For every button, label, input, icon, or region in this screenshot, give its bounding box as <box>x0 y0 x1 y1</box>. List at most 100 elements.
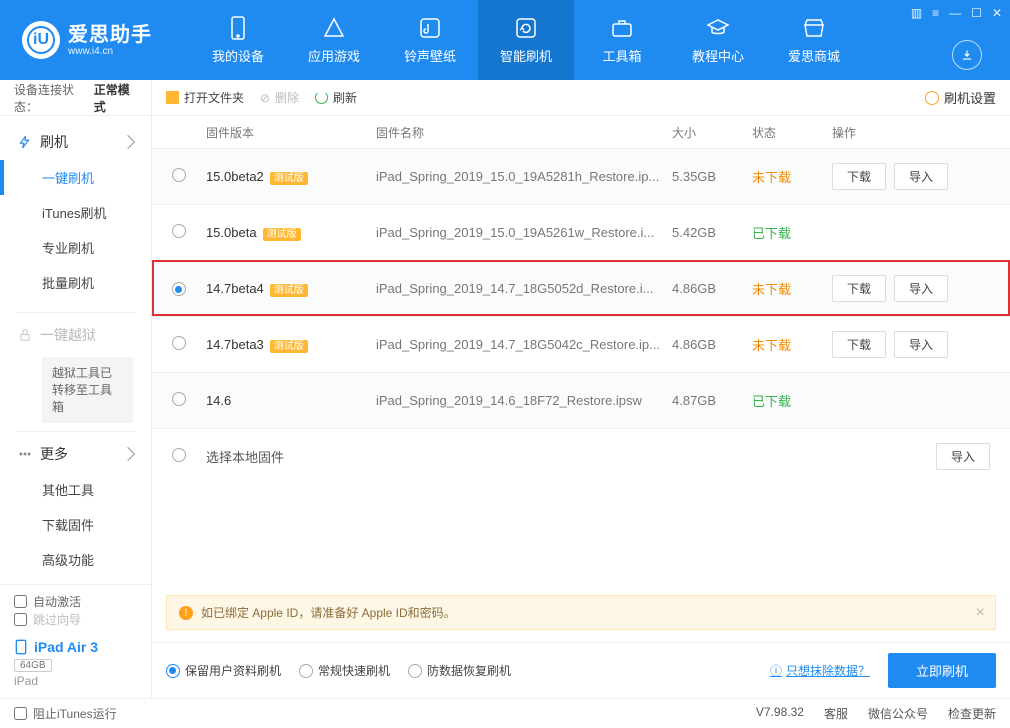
col-ops: 操作 <box>826 124 996 141</box>
wechat-link[interactable]: 微信公众号 <box>868 705 928 722</box>
sidebar-item-oneclick[interactable]: 一键刷机 <box>0 160 151 195</box>
section-flash[interactable]: 刷机 <box>0 124 151 160</box>
import-button[interactable]: 导入 <box>894 331 948 358</box>
mode-anti-recovery[interactable]: 防数据恢复刷机 <box>408 662 511 679</box>
fw-size: 4.87GB <box>666 393 746 408</box>
nav-label: 教程中心 <box>692 46 744 65</box>
sidebar-item-othertools[interactable]: 其他工具 <box>0 472 151 507</box>
table-row[interactable]: 15.0beta2测试版 iPad_Spring_2019_15.0_19A52… <box>152 148 1010 204</box>
radio-icon[interactable] <box>172 282 186 296</box>
tshirt-icon[interactable]: ▥ <box>911 6 922 20</box>
block-itunes-checkbox[interactable]: 阻止iTunes运行 <box>14 705 117 722</box>
import-button[interactable]: 导入 <box>936 443 990 470</box>
download-button[interactable]: 下载 <box>832 275 886 302</box>
radio-icon <box>408 664 422 678</box>
fw-name: iPad_Spring_2019_14.7_18G5052d_Restore.i… <box>370 281 666 296</box>
nav-store[interactable]: 爱思商城 <box>766 0 862 80</box>
section-jailbreak: 一键越狱 <box>0 317 151 353</box>
phone-icon <box>226 16 250 40</box>
import-button[interactable]: 导入 <box>894 163 948 190</box>
maximize-icon[interactable]: ☐ <box>971 6 982 20</box>
nav-label: 铃声壁纸 <box>404 46 456 65</box>
nav-label: 我的设备 <box>212 46 264 65</box>
table-row[interactable]: 14.7beta3测试版 iPad_Spring_2019_14.7_18G50… <box>152 316 1010 372</box>
toolbox-icon <box>610 16 634 40</box>
alert-text: 如已绑定 Apple ID，请准备好 Apple ID和密码。 <box>201 604 456 621</box>
folder-icon <box>166 91 179 104</box>
sidebar-item-download-fw[interactable]: 下载固件 <box>0 507 151 542</box>
nav-flash[interactable]: 智能刷机 <box>478 0 574 80</box>
fw-name: iPad_Spring_2019_14.6_18F72_Restore.ipsw <box>370 393 666 408</box>
mode-fast[interactable]: 常规快速刷机 <box>299 662 390 679</box>
fw-status: 未下载 <box>746 167 826 186</box>
sidebar-item-advanced[interactable]: 高级功能 <box>0 542 151 577</box>
close-icon[interactable]: ✕ <box>992 6 1002 20</box>
sidebar-item-pro[interactable]: 专业刷机 <box>0 230 151 265</box>
table-row[interactable]: 14.6 iPad_Spring_2019_14.6_18F72_Restore… <box>152 372 1010 428</box>
refresh-icon <box>514 16 538 40</box>
refresh-button[interactable]: 刷新 <box>315 89 357 106</box>
nav-apps[interactable]: 应用游戏 <box>286 0 382 80</box>
radio-icon[interactable] <box>172 168 186 182</box>
menu-icon[interactable]: ≡ <box>932 6 939 20</box>
fw-version: 14.6 <box>206 393 231 408</box>
delete-button[interactable]: ⊘删除 <box>260 89 299 106</box>
checkbox-label: 自动激活 <box>33 593 81 610</box>
sidebar-bottom: 自动激活 跳过向导 iPad Air 3 64GB iPad <box>0 584 151 698</box>
check-update-link[interactable]: 检查更新 <box>948 705 996 722</box>
col-status: 状态 <box>746 124 826 141</box>
section-label: 一键越狱 <box>40 325 96 345</box>
fw-version: 14.7beta4 <box>206 281 264 296</box>
open-folder-button[interactable]: 打开文件夹 <box>166 89 244 106</box>
refresh-icon <box>315 91 328 104</box>
checkbox-label: 跳过向导 <box>33 611 81 628</box>
delete-icon: ⊘ <box>260 91 270 105</box>
skip-guide-checkbox[interactable]: 跳过向导 <box>14 611 81 628</box>
table-row[interactable]: 14.7beta4 测试版 iPad_Spring_2019_14.7_18G50… <box>152 260 1010 316</box>
download-button[interactable]: 下载 <box>832 163 886 190</box>
table-header: 固件版本 固件名称 大小 状态 操作 <box>152 116 1010 148</box>
toolbar: 打开文件夹 ⊘删除 刷新 刷机设置 <box>152 80 1010 116</box>
minimize-icon[interactable]: — <box>949 6 961 20</box>
fw-size: 4.86GB <box>666 281 746 296</box>
firmware-list: 15.0beta2测试版 iPad_Spring_2019_15.0_19A52… <box>152 148 1010 428</box>
section-more[interactable]: 更多 <box>0 436 151 472</box>
sidebar-item-batch[interactable]: 批量刷机 <box>0 265 151 300</box>
content: 打开文件夹 ⊘删除 刷新 刷机设置 固件版本 固件名称 大小 状态 操作 15.… <box>152 80 1010 698</box>
sidebar-item-itunes[interactable]: iTunes刷机 <box>0 195 151 230</box>
import-button[interactable]: 导入 <box>894 275 948 302</box>
radio-icon[interactable] <box>172 392 186 406</box>
radio-icon[interactable] <box>172 448 186 462</box>
device-name[interactable]: iPad Air 3 <box>14 639 137 655</box>
section-label: 刷机 <box>40 132 68 152</box>
auto-activate-checkbox[interactable]: 自动激活 <box>14 593 81 610</box>
action-bar: 保留用户资料刷机 常规快速刷机 防数据恢复刷机 ⓘ只想抹除数据？ 立即刷机 <box>152 642 1010 698</box>
table-row[interactable]: 15.0beta测试版 iPad_Spring_2019_15.0_19A526… <box>152 204 1010 260</box>
nav-label: 智能刷机 <box>500 46 552 65</box>
device-capacity: 64GB <box>14 659 52 672</box>
col-version: 固件版本 <box>200 124 370 141</box>
radio-icon <box>299 664 313 678</box>
nav-ringtones[interactable]: 铃声壁纸 <box>382 0 478 80</box>
nav-my-device[interactable]: 我的设备 <box>190 0 286 80</box>
radio-icon[interactable] <box>172 224 186 238</box>
beta-badge: 测试版 <box>270 284 308 297</box>
mode-keep-data[interactable]: 保留用户资料刷机 <box>166 662 281 679</box>
download-button[interactable]: 下载 <box>832 331 886 358</box>
flash-settings-button[interactable]: 刷机设置 <box>925 88 996 107</box>
fw-status: 未下载 <box>746 335 826 354</box>
logo-icon: iU <box>22 21 60 59</box>
download-manager-icon[interactable] <box>952 40 982 70</box>
nav-tutorials[interactable]: 教程中心 <box>670 0 766 80</box>
fw-size: 5.35GB <box>666 169 746 184</box>
col-name: 固件名称 <box>370 124 666 141</box>
erase-data-link[interactable]: ⓘ只想抹除数据？ <box>770 662 870 679</box>
nav-toolbox[interactable]: 工具箱 <box>574 0 670 80</box>
local-firmware-row[interactable]: 选择本地固件 导入 <box>152 428 1010 484</box>
flash-now-button[interactable]: 立即刷机 <box>888 653 996 688</box>
customer-service-link[interactable]: 客服 <box>824 705 848 722</box>
radio-icon[interactable] <box>172 336 186 350</box>
jailbreak-note: 越狱工具已转移至工具箱 <box>42 357 133 423</box>
music-icon <box>418 16 442 40</box>
alert-close-icon[interactable]: × <box>976 604 985 622</box>
